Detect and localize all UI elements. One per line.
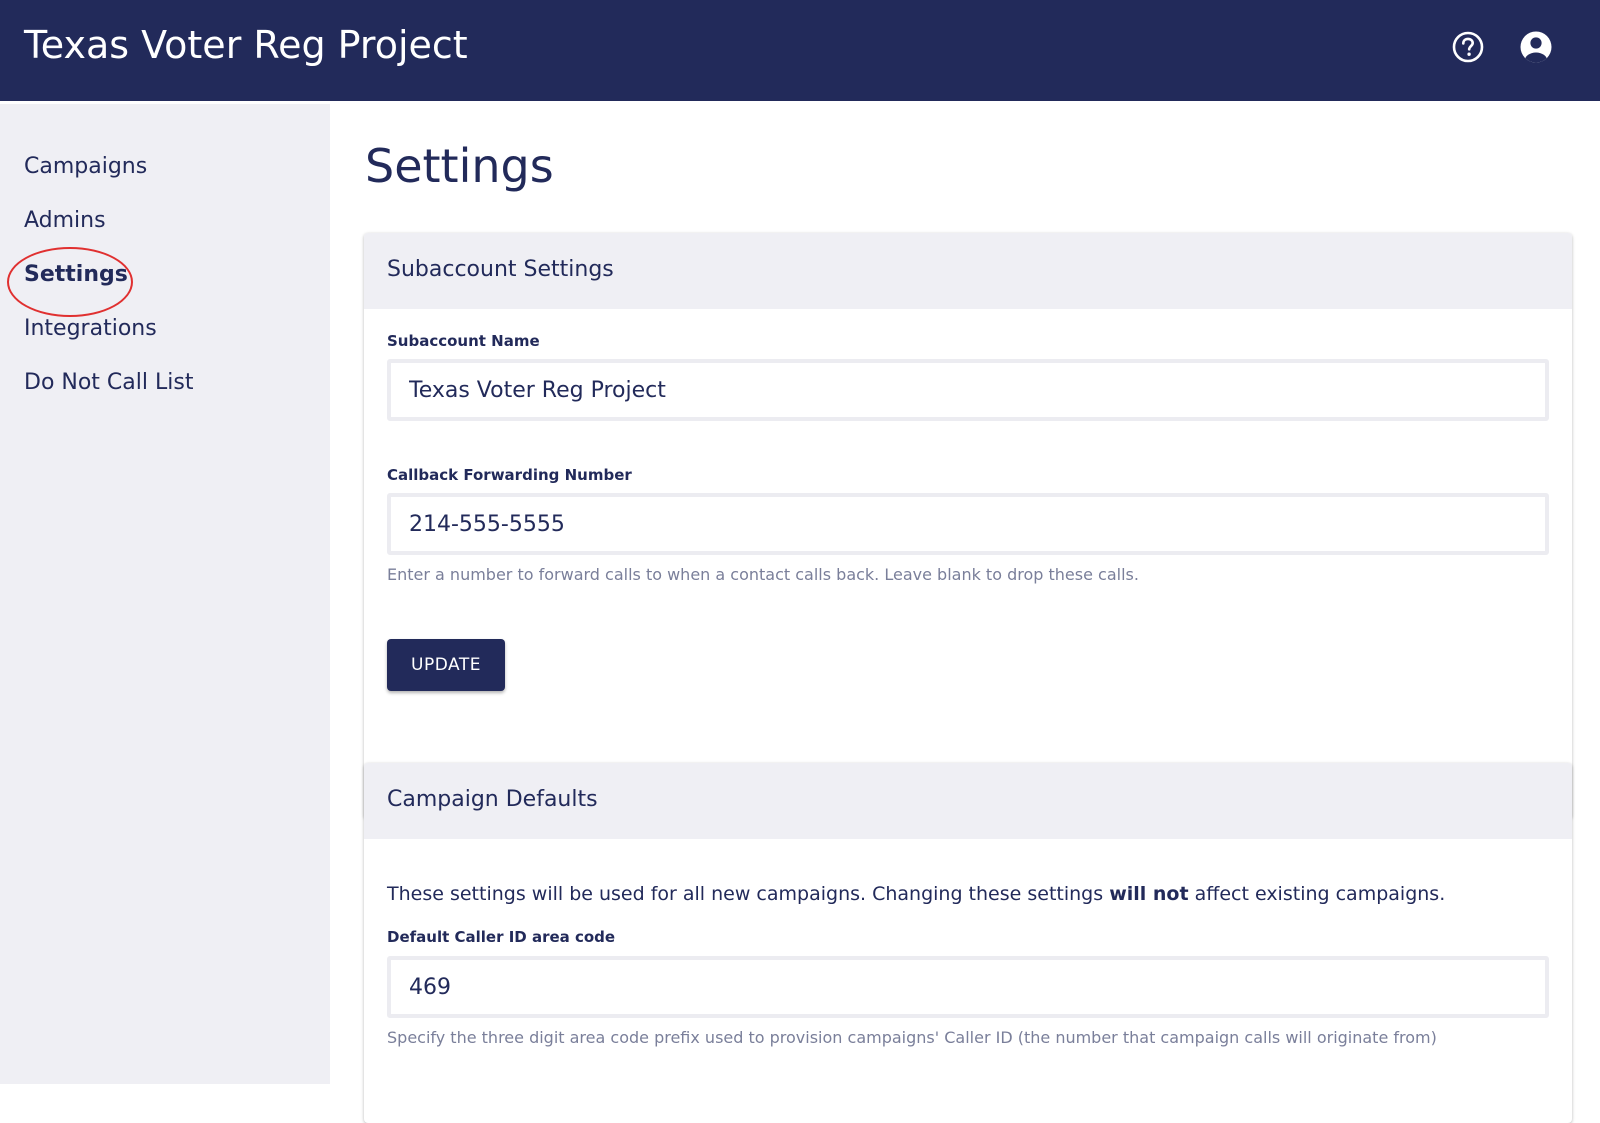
default-caller-id-area-code-label: Default Caller ID area code [387, 928, 616, 946]
subaccount-settings-header: Subaccount Settings [364, 233, 1572, 309]
sidebar-item-integrations[interactable]: Integrations [24, 316, 157, 341]
area-code-help-text: Specify the three digit area code prefix… [387, 1028, 1437, 1047]
main-content: Settings Subaccount Settings Subaccount … [330, 101, 1600, 1123]
campaign-defaults-card: Campaign Defaults These settings will be… [364, 763, 1572, 1123]
sidebar-nav: Campaigns Admins Settings Integrations D… [0, 104, 330, 1084]
account-circle-icon[interactable] [1519, 30, 1553, 64]
sidebar-item-campaigns[interactable]: Campaigns [24, 154, 147, 179]
subaccount-name-label: Subaccount Name [387, 332, 540, 350]
update-button[interactable]: UPDATE [387, 639, 505, 691]
sidebar-item-settings[interactable]: Settings [24, 262, 128, 287]
sidebar-item-admins[interactable]: Admins [24, 208, 106, 233]
subaccount-settings-card: Subaccount Settings Subaccount Name Call… [364, 233, 1572, 819]
callback-forwarding-help-text: Enter a number to forward calls to when … [387, 565, 1139, 584]
help-circle-icon[interactable] [1451, 30, 1485, 64]
callback-forwarding-number-label: Callback Forwarding Number [387, 466, 632, 484]
top-bar: Texas Voter Reg Project [0, 0, 1600, 101]
campaign-defaults-header: Campaign Defaults [364, 763, 1572, 839]
intro-emphasis: will not [1109, 883, 1189, 905]
app-title: Texas Voter Reg Project [24, 23, 468, 67]
sidebar-item-do-not-call-list[interactable]: Do Not Call List [24, 370, 193, 395]
page-title: Settings [365, 139, 554, 193]
default-caller-id-area-code-input[interactable] [387, 956, 1549, 1018]
callback-forwarding-number-input[interactable] [387, 493, 1549, 555]
subaccount-name-input[interactable] [387, 359, 1549, 421]
campaign-defaults-intro-text: These settings will be used for all new … [387, 883, 1446, 905]
